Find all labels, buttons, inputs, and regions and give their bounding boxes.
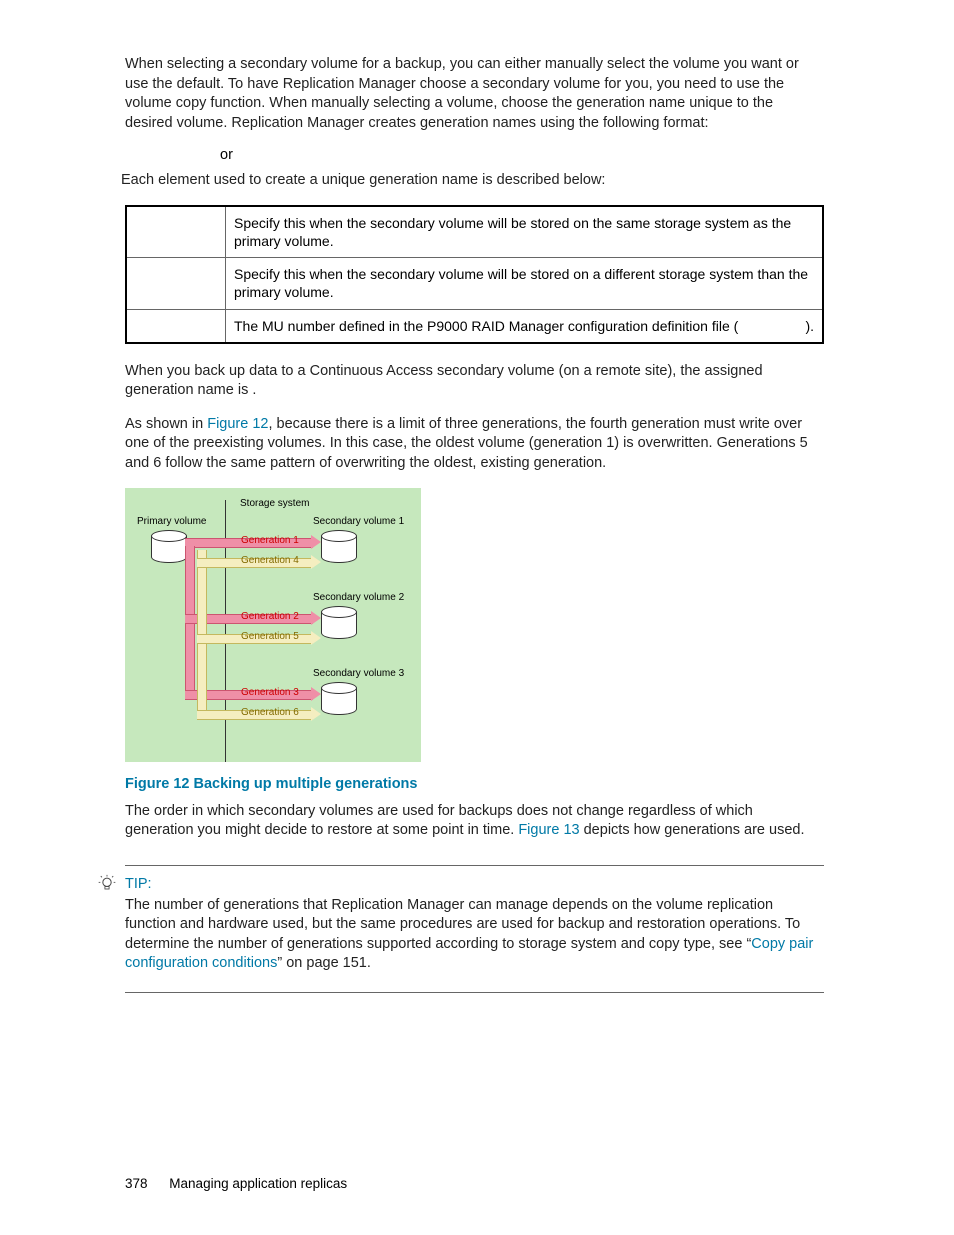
arrow-icon (311, 687, 321, 701)
page-number: 378 (125, 1176, 148, 1191)
text: As shown in (125, 416, 207, 432)
gen6-label: Generation 6 (241, 707, 299, 718)
cylinder-icon (321, 530, 355, 564)
continuous-access-note: When you back up data to a Continuous Ac… (125, 362, 824, 401)
table-row: The MU number defined in the P9000 RAID … (126, 309, 823, 343)
gen5-label: Generation 5 (241, 631, 299, 642)
cell-trailing: ). (805, 317, 814, 335)
pipe (197, 550, 207, 714)
arrow-icon (311, 555, 321, 569)
intro-paragraph: When selecting a secondary volume for a … (125, 55, 824, 133)
cell-desc: Specify this when the secondary volume w… (226, 258, 824, 309)
text: . (252, 382, 256, 398)
cylinder-icon (321, 682, 355, 716)
table-row: Specify this when the secondary volume w… (126, 206, 823, 258)
gen4-label: Generation 4 (241, 555, 299, 566)
page-footer: 378 Managing application replicas (125, 1176, 347, 1191)
sv3-label: Secondary volume 3 (313, 668, 404, 679)
arrow-icon (311, 707, 321, 721)
primary-volume-label: Primary volume (137, 516, 206, 527)
sv1-label: Secondary volume 1 (313, 516, 404, 527)
figure-13-link[interactable]: Figure 13 (518, 822, 579, 838)
sv2-label: Secondary volume 2 (313, 592, 404, 603)
cell-desc: The MU number defined in the P9000 RAID … (226, 309, 824, 343)
tip-box: TIP: The number of generations that Repl… (125, 865, 824, 993)
text: The number of generations that Replicati… (125, 897, 800, 952)
gen1-label: Generation 1 (241, 535, 299, 546)
section-title: Managing application replicas (169, 1176, 347, 1191)
figure-12-caption: Figure 12 Backing up multiple generation… (125, 776, 824, 792)
figure13-reference-paragraph: The order in which secondary volumes are… (125, 802, 824, 841)
table-row: Specify this when the secondary volume w… (126, 258, 823, 309)
or-separator: or (220, 147, 824, 163)
cell-term (126, 309, 226, 343)
figure-12-link[interactable]: Figure 12 (207, 416, 268, 432)
text: When you back up data to a Continuous Ac… (125, 363, 763, 399)
lightbulb-icon (97, 874, 117, 894)
cell-desc: Specify this when the secondary volume w… (226, 206, 824, 258)
generation-name-table: Specify this when the secondary volume w… (125, 205, 824, 344)
arrow-icon (311, 631, 321, 645)
tip-body: The number of generations that Replicati… (125, 896, 824, 974)
text: depicts how generations are used. (580, 822, 805, 838)
text: ” on page 151. (277, 955, 371, 971)
cell-term (126, 258, 226, 309)
cell-text: The MU number defined in the P9000 RAID … (234, 318, 738, 334)
gen2-label: Generation 2 (241, 611, 299, 622)
cell-term (126, 206, 226, 258)
figure12-reference-paragraph: As shown in Figure 12, because there is … (125, 415, 824, 474)
tip-label: TIP: (125, 876, 824, 892)
arrow-icon (311, 535, 321, 549)
storage-system-label: Storage system (240, 498, 309, 509)
elements-intro: Each element used to create a unique gen… (121, 171, 824, 191)
figure-12-diagram: Storage system Primary volume Secondary … (125, 488, 421, 762)
cylinder-icon (321, 606, 355, 640)
arrow-icon (311, 611, 321, 625)
cylinder-icon (151, 530, 185, 564)
gen3-label: Generation 3 (241, 687, 299, 698)
